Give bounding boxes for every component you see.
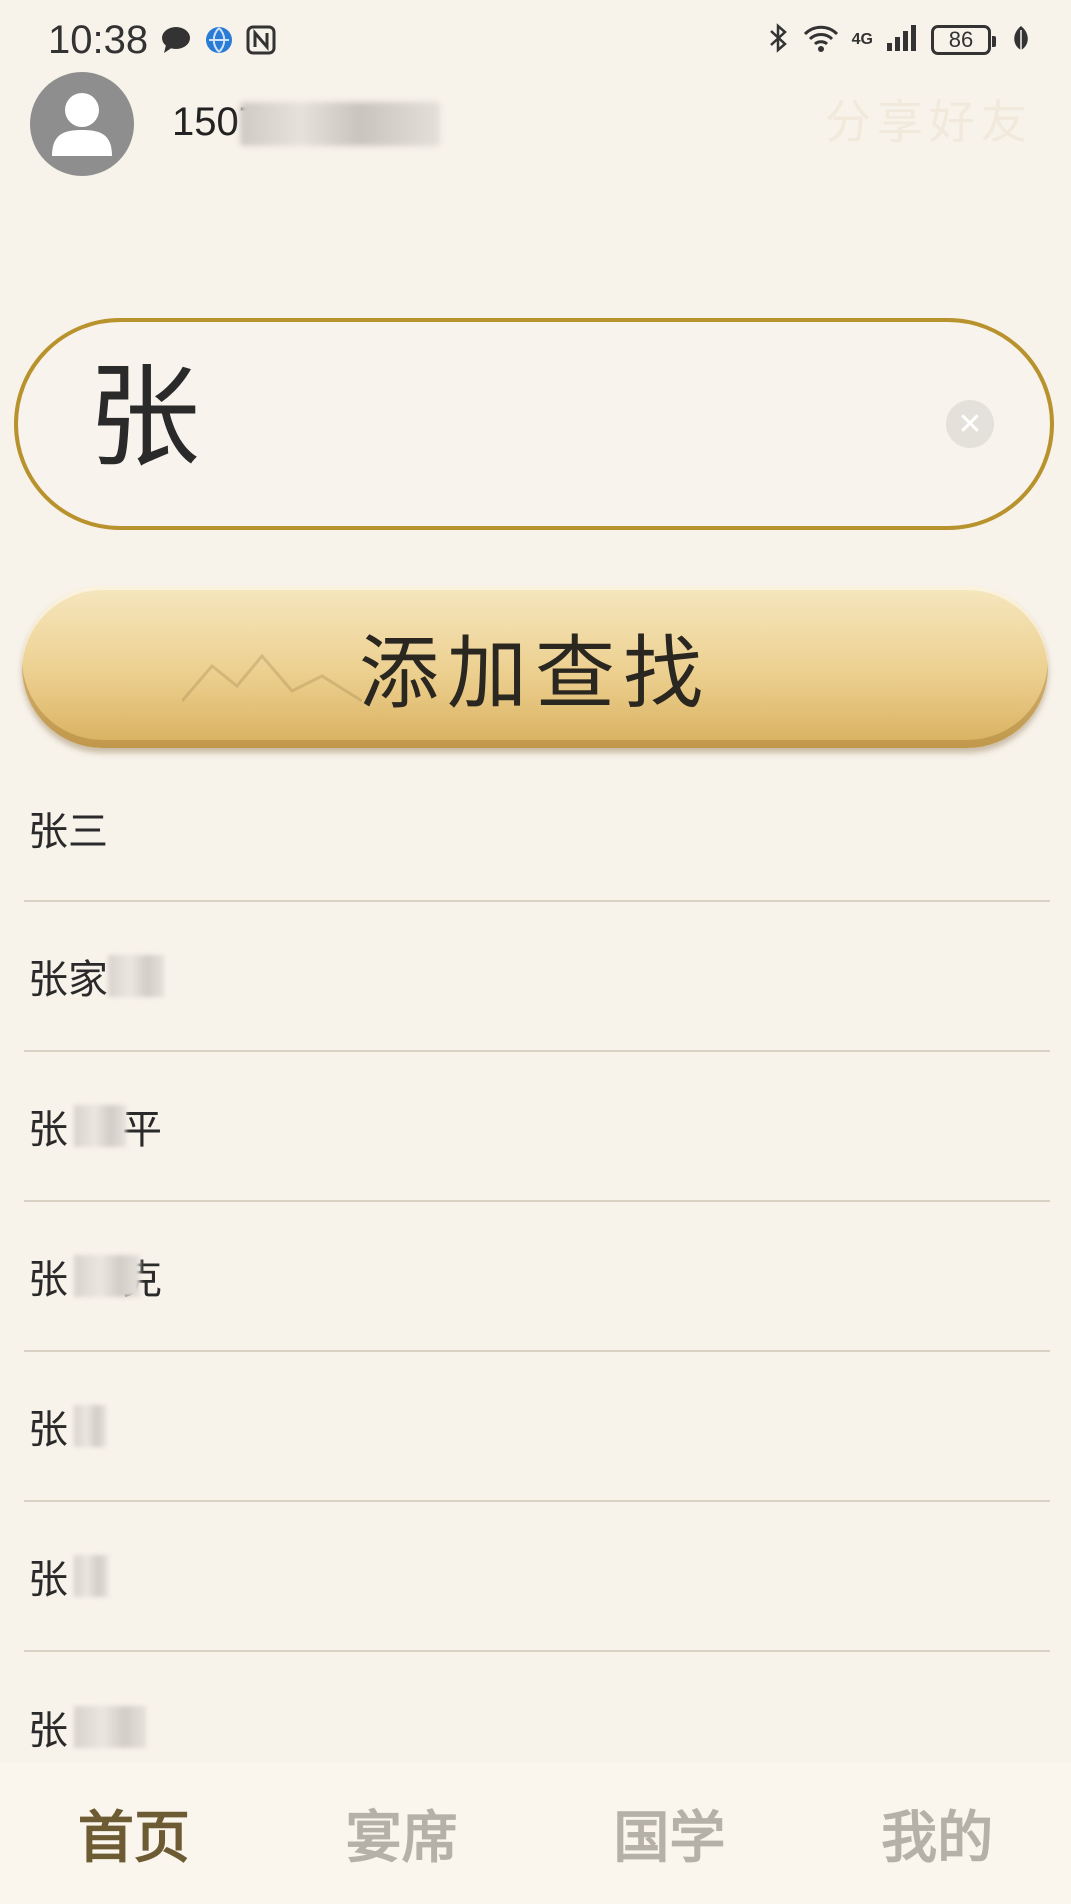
page: 10:38 4G 86 15071 分享好友 张 ✕ 添加查找 张三 张家 张 … — [0, 0, 1071, 1904]
battery-indicator: 86 — [931, 25, 996, 55]
list-item[interactable]: 张平 — [24, 1052, 1050, 1202]
list-item-name: 张 — [28, 1407, 68, 1453]
nav-tab-mine[interactable]: 我的 — [803, 1793, 1071, 1874]
ink-mountain-decoration — [182, 653, 362, 703]
list-item[interactable]: 张三 — [24, 756, 1050, 902]
phone-number-mosaic — [240, 102, 440, 146]
list-item[interactable]: 张家 — [24, 902, 1050, 1052]
nav-tab-home[interactable]: 首页 — [0, 1793, 268, 1874]
user-icon — [52, 93, 112, 156]
search-field[interactable]: 张 ✕ — [14, 318, 1054, 530]
bottom-nav: 首页 宴席 国学 我的 — [0, 1762, 1071, 1904]
status-time: 10:38 — [48, 17, 149, 62]
list-item[interactable]: 张 — [24, 1352, 1050, 1502]
list-item-name: 张 — [28, 1557, 68, 1603]
network-type: 4G — [851, 31, 873, 48]
list-item[interactable]: 张克 — [24, 1202, 1050, 1352]
status-right: 4G 86 — [766, 22, 1031, 58]
nav-tab-banquet[interactable]: 宴席 — [268, 1793, 536, 1874]
name-mosaic — [108, 955, 164, 997]
list-item-name-suffix: 平 — [122, 1107, 162, 1153]
list-item-name: 张三 — [28, 809, 108, 855]
leaf-icon — [1011, 24, 1031, 56]
browser-icon — [204, 25, 234, 55]
nfc-icon — [246, 25, 276, 55]
name-mosaic — [74, 1255, 140, 1297]
clear-icon[interactable]: ✕ — [946, 400, 994, 448]
nav-tab-sinology[interactable]: 国学 — [536, 1793, 804, 1874]
name-mosaic — [74, 1555, 108, 1597]
add-search-button[interactable]: 添加查找 — [22, 586, 1048, 748]
share-friends-button[interactable]: 分享好友 — [825, 86, 1033, 152]
avatar[interactable] — [30, 72, 134, 176]
signal-icon — [885, 23, 919, 57]
list-item-name: 张 — [28, 1708, 68, 1754]
bluetooth-icon — [766, 22, 790, 58]
name-mosaic — [74, 1105, 126, 1147]
add-search-button-label: 添加查找 — [359, 627, 711, 720]
list-item-name-prefix: 张 — [28, 1107, 68, 1153]
chat-bubble-icon — [160, 25, 192, 55]
list-item-name: 张家 — [28, 957, 108, 1003]
list-item-name-prefix: 张 — [28, 1257, 68, 1303]
status-bar: 10:38 4G 86 — [0, 0, 1071, 80]
list-item[interactable]: 张 — [24, 1502, 1050, 1652]
search-input-value[interactable]: 张 — [88, 362, 200, 474]
status-left: 10:38 — [48, 18, 276, 63]
header: 15071 分享好友 — [0, 72, 1071, 182]
name-mosaic — [74, 1405, 106, 1447]
wifi-icon — [802, 23, 840, 57]
name-mosaic — [74, 1706, 146, 1748]
result-list: 张三 张家 张平 张克 张 张 张 — [24, 756, 1050, 1802]
